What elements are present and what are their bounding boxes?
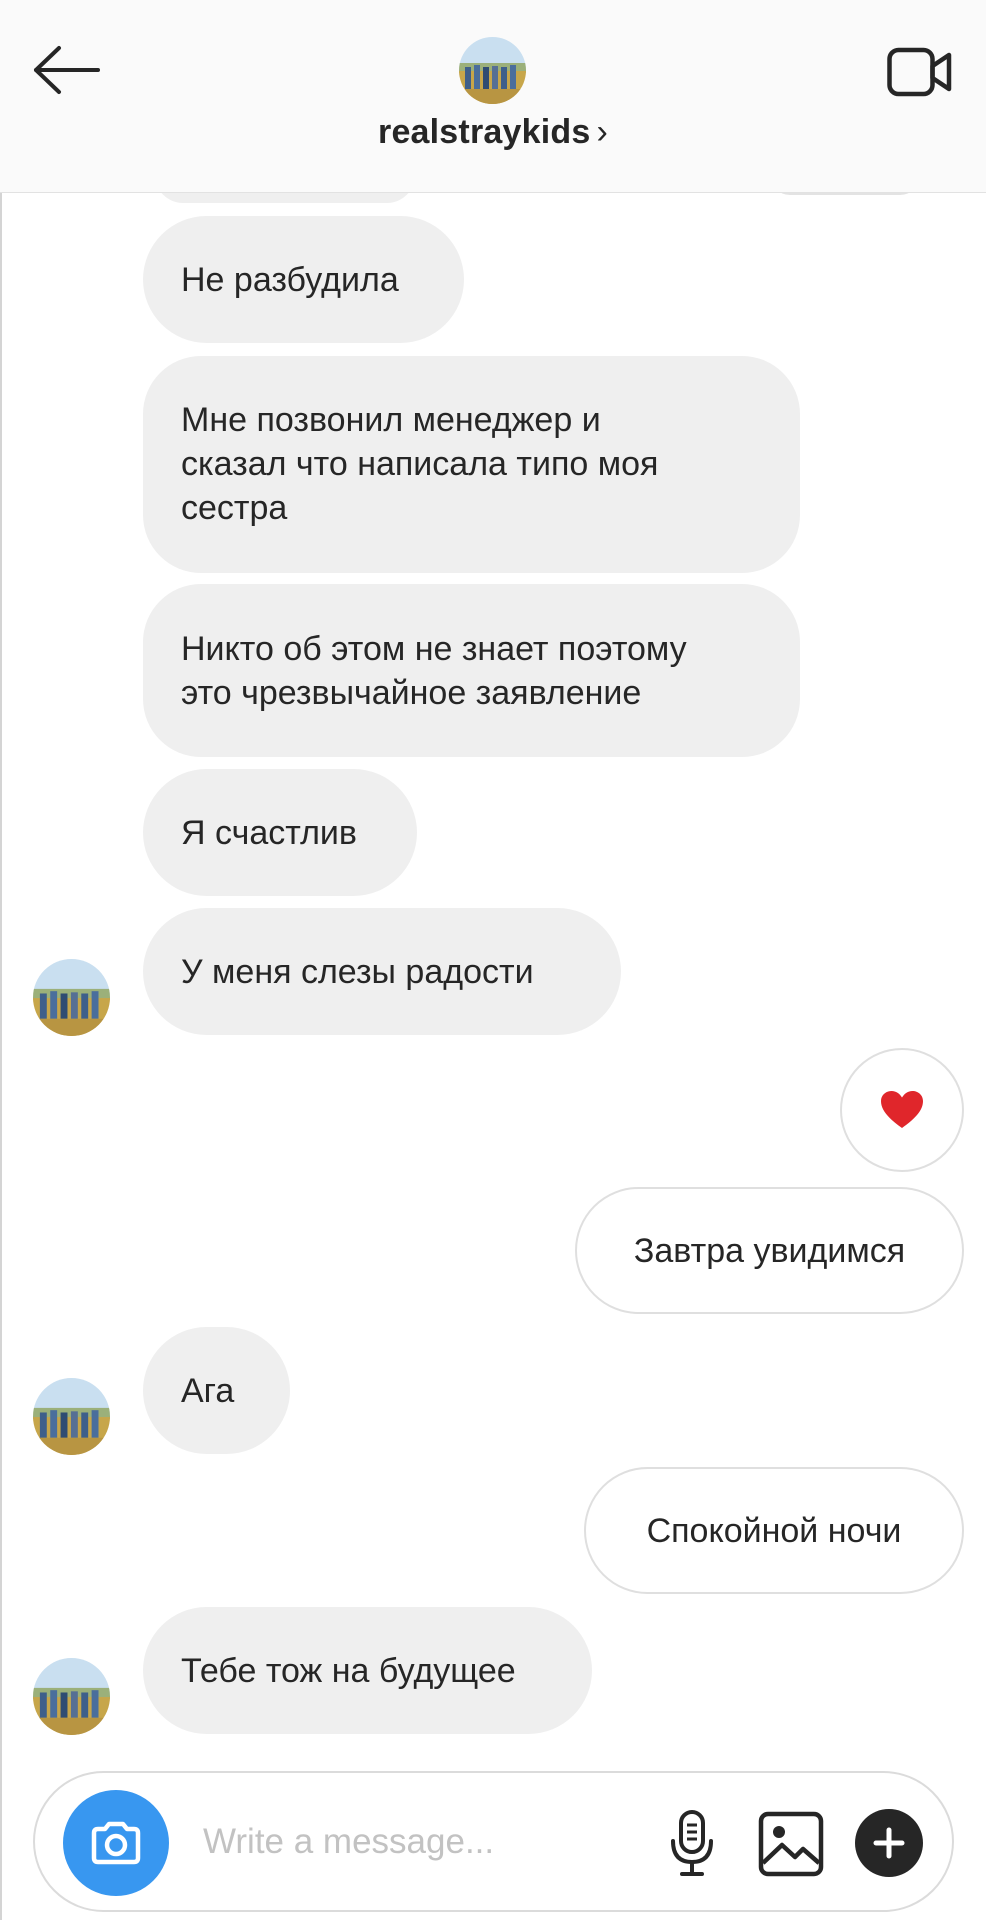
camera-button[interactable] <box>63 1790 169 1896</box>
message-text: Мне позвонил менеджер и сказал что напис… <box>181 398 658 530</box>
chevron-right-icon: › <box>596 113 608 151</box>
message-text: Тебе тож на будущее <box>181 1651 516 1690</box>
avatar-image <box>33 959 110 1036</box>
sender-avatar[interactable] <box>33 1658 110 1735</box>
message-line: сказал что написала типо моя <box>181 445 659 483</box>
incoming-message[interactable]: Мне позвонил менеджер и сказал что напис… <box>143 356 800 573</box>
incoming-message[interactable]: Я счастлив <box>143 769 417 896</box>
arrow-left-icon <box>34 46 100 94</box>
message-input[interactable] <box>203 1809 673 1875</box>
avatar-image <box>33 1378 110 1455</box>
window-edge <box>0 0 2 1920</box>
message-text: Спокойной ночи <box>646 1511 902 1550</box>
outgoing-heart-reaction[interactable] <box>840 1048 964 1172</box>
incoming-message[interactable]: Тебе тож на будущее <box>143 1607 592 1734</box>
camera-icon <box>91 1821 141 1865</box>
chat-username[interactable]: realstraykids › <box>0 113 986 152</box>
outgoing-message[interactable]: Завтра увидимся <box>575 1187 964 1314</box>
chat-header: realstraykids › <box>0 0 986 193</box>
heart-icon <box>881 1091 923 1128</box>
message-text: Я счастлив <box>181 813 357 852</box>
sender-avatar[interactable] <box>33 959 110 1036</box>
message-composer <box>33 1771 954 1912</box>
message-text: У меня слезы радости <box>181 952 534 991</box>
video-call-button[interactable] <box>885 44 955 100</box>
message-text: Никто об этом не знает поэтому это чрезв… <box>181 627 687 715</box>
incoming-message[interactable]: У меня слезы радости <box>143 908 621 1035</box>
message-text: Завтра увидимся <box>633 1231 906 1270</box>
incoming-message[interactable]: Ага <box>143 1327 290 1454</box>
message-line: это чрезвычайное заявление <box>181 674 642 712</box>
message-text: Ага <box>181 1371 235 1410</box>
image-gallery-icon <box>758 1811 824 1877</box>
voice-message-button[interactable] <box>662 1806 722 1882</box>
incoming-message[interactable]: Никто об этом не знает поэтому это чрезв… <box>143 584 800 757</box>
sender-avatar[interactable] <box>33 1378 110 1455</box>
outgoing-message[interactable]: Спокойной ночи <box>584 1467 964 1594</box>
video-call-icon <box>887 47 952 97</box>
avatar-image <box>459 37 526 104</box>
incoming-message[interactable]: Не разбудила <box>143 216 464 343</box>
back-button[interactable] <box>28 38 106 102</box>
microphone-icon <box>671 1810 713 1876</box>
message-text: Не разбудила <box>181 260 399 299</box>
profile-avatar[interactable] <box>459 37 526 104</box>
more-options-button[interactable] <box>855 1809 923 1877</box>
message-line: Никто об этом не знает поэтому <box>181 630 687 668</box>
avatar-image <box>33 1658 110 1735</box>
username-text: realstraykids <box>378 113 591 151</box>
plus-icon <box>873 1827 905 1859</box>
gallery-button[interactable] <box>756 1809 826 1879</box>
message-line: сестра <box>181 489 288 527</box>
message-line: Мне позвонил менеджер и <box>181 401 601 439</box>
